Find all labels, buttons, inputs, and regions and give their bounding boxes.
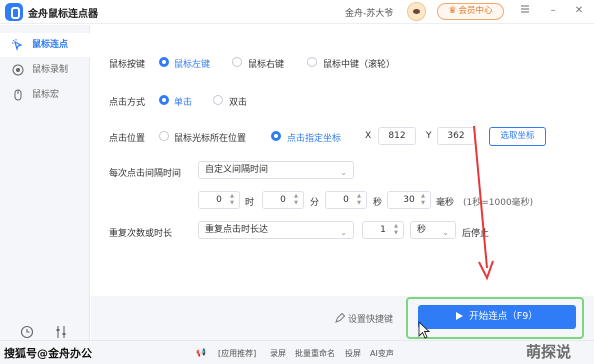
radio-cursor-position[interactable] — [159, 131, 169, 141]
minutes-unit: 分 — [310, 198, 320, 208]
edit-icon — [335, 312, 346, 323]
app-title: 金舟鼠标连点器 — [28, 9, 98, 20]
chevron-down-icon: ⌄ — [340, 228, 347, 237]
hotkey-settings-label: 设置快捷键 — [348, 315, 394, 325]
radio-double-click-label[interactable]: 双击 — [229, 95, 247, 108]
y-coordinate-input[interactable]: 362 — [437, 127, 475, 145]
sidebar-item-mouse-click[interactable]: 鼠标连点 — [0, 33, 90, 57]
radio-single-click[interactable] — [159, 95, 169, 105]
clock-icon — [20, 325, 34, 339]
interval-mode-value: 自定义间隔时间 — [205, 165, 269, 175]
footer-link-voice-changer[interactable]: AI变声 — [370, 348, 394, 359]
click-position-label: 点击位置 — [109, 134, 146, 144]
radio-double-click[interactable] — [213, 95, 223, 105]
sidebar: 鼠标连点 鼠标录制 鼠标宏 定时 设置 — [0, 25, 90, 364]
record-icon — [12, 64, 24, 76]
milliseconds-stepper[interactable]: 30 ▲ ▼ — [387, 191, 431, 209]
sliders-icon — [56, 326, 66, 338]
milliseconds-unit: 毫秒 — [436, 198, 455, 208]
title-bar: 金舟鼠标连点器 金舟-苏大爷 ♛ 会员中心 – ✕ — [0, 0, 594, 24]
stepper-arrows-icon: ▲ ▼ — [230, 193, 234, 206]
sidebar-item-mouse-macro[interactable]: 鼠标宏 — [0, 83, 90, 107]
watermark-right: 萌探说 — [526, 343, 572, 361]
cursor-click-icon — [12, 39, 23, 51]
interval-label: 每次点击间隔时间 — [109, 169, 182, 179]
hotkey-settings-link[interactable]: 设置快捷键 — [335, 312, 393, 325]
chevron-down-icon: ⌄ — [442, 228, 449, 237]
x-coordinate-input[interactable]: 812 — [378, 127, 416, 145]
close-button[interactable]: ✕ — [571, 3, 587, 19]
repeat-unit-value: 秒 — [417, 225, 427, 235]
radio-right-button-label[interactable]: 鼠标右键 — [248, 57, 284, 70]
interval-hint: (1秒=1000毫秒) — [463, 198, 534, 208]
stepper-arrows-icon: ▲ ▼ — [421, 193, 425, 206]
radio-cursor-position-label[interactable]: 鼠标光标所在位置 — [174, 131, 246, 144]
stepper-arrows-icon: ▲ ▼ — [394, 223, 398, 236]
minimize-button[interactable]: – — [545, 3, 561, 19]
sidebar-item-label: 鼠标连点 — [32, 40, 69, 50]
hours-stepper[interactable]: 0 ▲ ▼ — [198, 191, 240, 209]
avatar[interactable] — [407, 2, 426, 21]
radio-left-button[interactable] — [159, 57, 169, 67]
app-logo-icon — [5, 3, 23, 21]
y-label: Y — [426, 131, 432, 141]
megaphone-icon: 📢 — [196, 348, 206, 357]
stepper-arrows-icon: ▲ ▼ — [294, 193, 298, 206]
pick-coordinate-button[interactable]: 选取坐标 — [489, 127, 546, 146]
minutes-stepper[interactable]: 0 ▲ ▼ — [262, 191, 304, 209]
sidebar-item-label: 鼠标宏 — [32, 90, 60, 100]
repeat-count-stepper[interactable]: 1 ▲ ▼ — [362, 221, 404, 239]
watermark-left: 搜狐号@金舟办公 — [4, 347, 92, 360]
repeat-mode-select[interactable]: 重复点击时长达 ⌄ — [198, 221, 354, 239]
start-clicking-button[interactable]: 开始连点（F9） — [418, 305, 576, 329]
settings-menu-icon[interactable] — [517, 3, 533, 19]
footer-link-screen-record[interactable]: 录屏 — [270, 348, 286, 359]
footer-link-batch-rename[interactable]: 批量重命名 — [295, 348, 335, 359]
start-clicking-label: 开始连点（F9） — [469, 311, 538, 322]
footer-link-apps[interactable]: [应用推荐] — [218, 348, 256, 359]
username: 金舟-苏大爷 — [345, 9, 394, 19]
x-label: X — [365, 131, 372, 141]
radio-middle-button[interactable] — [307, 57, 317, 67]
mouse-icon — [14, 89, 22, 101]
repeat-unit-select[interactable]: 秒 ⌄ — [410, 221, 456, 239]
repeat-mode-value: 重复点击时长达 — [205, 225, 269, 235]
click-mode-label: 点击方式 — [109, 98, 146, 108]
seconds-unit: 秒 — [373, 198, 383, 208]
mouse-button-label: 鼠标按键 — [109, 60, 146, 70]
repeat-label: 重复次数或时长 — [109, 229, 173, 239]
member-center-label: 会员中心 — [458, 6, 493, 16]
hours-unit: 时 — [245, 198, 255, 208]
radio-fixed-coordinate-label[interactable]: 点击指定坐标 — [287, 131, 341, 144]
crown-icon: ♛ — [448, 6, 457, 16]
interval-mode-select[interactable]: 自定义间隔时间 ⌄ — [198, 161, 354, 179]
play-icon — [456, 312, 464, 320]
chevron-down-icon: ⌄ — [340, 168, 347, 177]
radio-single-click-label[interactable]: 单击 — [174, 95, 192, 108]
sidebar-item-mouse-record[interactable]: 鼠标录制 — [0, 58, 90, 82]
repeat-suffix: 后停止 — [462, 229, 490, 239]
member-center-button[interactable]: ♛ 会员中心 — [437, 3, 504, 20]
radio-fixed-coordinate[interactable] — [271, 131, 281, 141]
sidebar-item-label: 鼠标录制 — [32, 65, 69, 75]
stepper-arrows-icon: ▲ ▼ — [357, 193, 361, 206]
radio-middle-button-label[interactable]: 鼠标中键（滚轮） — [323, 57, 395, 70]
footer-link-cast[interactable]: 投屏 — [345, 348, 361, 359]
radio-right-button[interactable] — [232, 57, 242, 67]
seconds-stepper[interactable]: 0 ▲ ▼ — [325, 191, 367, 209]
radio-left-button-label[interactable]: 鼠标左键 — [174, 57, 210, 70]
